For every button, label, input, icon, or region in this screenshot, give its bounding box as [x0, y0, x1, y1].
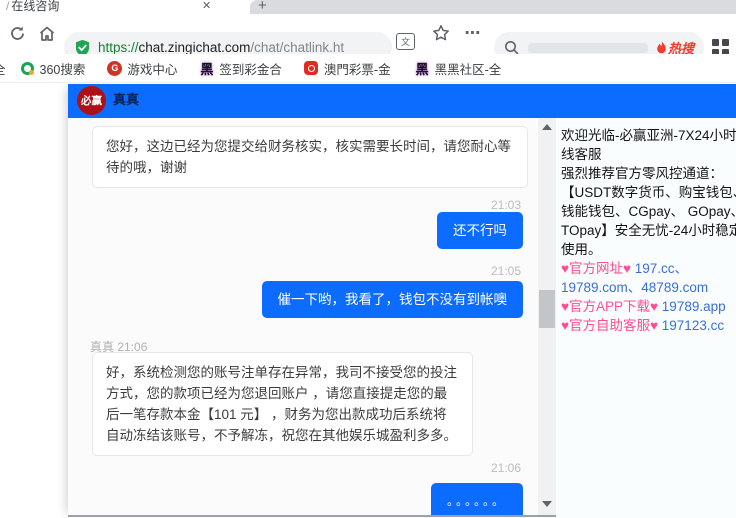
chat-message-area[interactable]: 您好，这边已经为您提交给财务核实，核实需要长时间，请您耐心等待的哦，谢谢 21:…	[68, 118, 538, 515]
scroll-down-icon[interactable]	[542, 501, 552, 507]
bookmark-label: 全	[0, 59, 6, 78]
self-service-label: ♥官方自助客服♥	[561, 318, 658, 333]
chat-header: 必赢 真真	[68, 84, 736, 118]
web-page: 必赢 真真 您好，这边已经为您提交给财务核实，核实需要长时间，请您耐心等待的哦，…	[0, 83, 736, 518]
chat-widget: 必赢 真真 您好，这边已经为您提交给财务核实，核实需要长时间，请您耐心等待的哦，…	[68, 84, 736, 518]
bookmark-label: 360搜索	[40, 59, 86, 78]
bookmark-item[interactable]: 黑 黑黑社区-全	[415, 59, 502, 78]
chat-bottom-border	[68, 515, 556, 517]
empty-tab-strip	[250, 0, 736, 14]
agent-message-bubble: 好，系统检测您的账号注单存在异常，我司不接受您的投注方式，您的款项已经为您退回账…	[92, 352, 473, 456]
scrollbar-thumb[interactable]	[539, 290, 555, 328]
360-icon	[20, 61, 35, 76]
flame-icon	[656, 41, 667, 55]
bookmark-label: 黑黑社区-全	[435, 59, 502, 78]
home-icon[interactable]	[36, 22, 58, 44]
official-app-label: ♥官方APP下载♥	[561, 299, 658, 314]
new-tab-button[interactable]: +	[258, 0, 267, 14]
game-center-icon: G	[107, 61, 122, 76]
bookmark-label: 澳門彩票-金	[324, 59, 391, 78]
bookmark-item[interactable]: 全	[0, 59, 6, 78]
hei-seal-icon: 黑	[415, 61, 430, 76]
more-menu-icon[interactable]: ⋯	[462, 22, 484, 44]
brand-logo: 必赢	[77, 86, 106, 115]
url-scheme: https://	[98, 40, 139, 55]
tab-title-prefix: /	[6, 0, 9, 13]
url-path: /chat/chatlink.ht	[250, 40, 344, 55]
agent-name: 真真	[113, 89, 139, 108]
browser-toolbar: https://chat.zingichat.com/chat/chatlink…	[0, 14, 736, 54]
official-app-links[interactable]: 19789.app	[658, 299, 726, 314]
bookmark-item[interactable]: G 游戏中心	[107, 59, 177, 78]
official-app-line: ♥官方APP下载♥ 19789.app	[561, 297, 736, 316]
welcome-text: 欢迎光临-必赢亚洲-7X24小时在线客服	[561, 126, 736, 164]
macau-lottery-icon	[304, 61, 319, 76]
chat-info-sidebar: 欢迎光临-必赢亚洲-7X24小时在线客服 强烈推荐官方零风控通道：【USDT数字…	[556, 118, 736, 518]
timestamp: 21:03	[491, 198, 521, 212]
chat-scrollbar[interactable]	[538, 118, 556, 515]
official-site-label: ♥官方网址♥	[561, 261, 631, 276]
bookmark-item[interactable]: 澳門彩票-金	[304, 59, 391, 78]
timestamp: 21:05	[491, 264, 521, 278]
tab-title-label: 在线咨询	[11, 0, 59, 13]
bookmarks-bar: 全 360搜索 G 游戏中心 黑 签到彩金合 澳門彩票-金 黑 黑黑社区-全	[0, 54, 736, 83]
agent-message-bubble: 您好，这边已经为您提交给财务核实，核实需要长时间，请您耐心等待的哦，谢谢	[92, 126, 528, 188]
bookmark-label: 游戏中心	[127, 59, 177, 78]
self-service-line: ♥官方自助客服♥ 197123.cc	[561, 316, 736, 335]
bookmark-label: 签到彩金合	[219, 59, 282, 78]
user-message-bubble: 还不行吗	[437, 212, 523, 249]
tab-close-icon[interactable]: ✕	[202, 0, 211, 12]
active-tab[interactable]: /在线咨询	[6, 0, 59, 14]
scroll-up-icon[interactable]	[542, 124, 552, 130]
official-site-line: ♥官方网址♥ 197.cc、19789.com、48789.com	[561, 259, 736, 297]
reload-icon[interactable]	[6, 22, 28, 44]
user-message-bubble: 催一下哟，我看了，钱包不没有到帐噢	[262, 281, 524, 318]
bookmark-item[interactable]: 360搜索	[20, 59, 86, 78]
search-placeholder-ghost	[528, 43, 648, 53]
self-service-links[interactable]: 197123.cc	[658, 318, 724, 333]
translate-icon[interactable]: 文	[396, 33, 415, 50]
bookmark-star-icon[interactable]	[430, 22, 452, 44]
tab-strip: /在线咨询 ✕ +	[0, 0, 736, 14]
timestamp: 21:06	[491, 461, 521, 475]
url-host: chat.zingichat.com	[139, 40, 251, 55]
url-text[interactable]: https://chat.zingichat.com/chat/chatlink…	[98, 40, 344, 55]
promo-text: 强烈推荐官方零风控通道：【USDT数字货币、购宝钱包、钱能钱包、CGpay、 G…	[561, 164, 736, 259]
hei-seal-icon: 黑	[199, 61, 214, 76]
bookmark-item[interactable]: 黑 签到彩金合	[199, 59, 282, 78]
user-message-bubble: 。。。。。。	[431, 483, 523, 515]
